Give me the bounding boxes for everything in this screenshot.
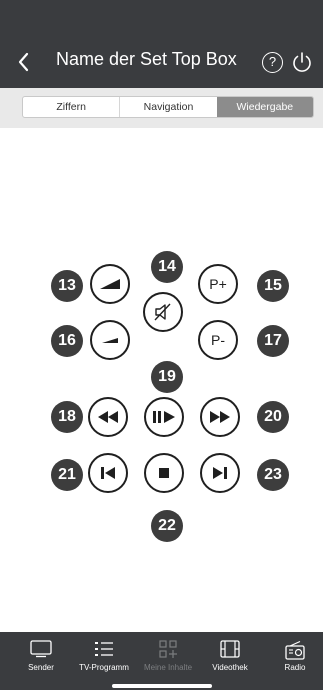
grid-plus-icon	[159, 640, 177, 658]
top-bar: Name der Set Top Box ?	[0, 0, 323, 88]
skip-forward-icon	[213, 467, 227, 479]
tab-meine-inhalte-label: Meine Inhalte	[143, 663, 193, 672]
mute-button[interactable]	[143, 292, 183, 332]
chevron-left-icon	[18, 52, 29, 72]
segmented-control: Ziffern Navigation Wiedergabe	[22, 96, 314, 118]
callout-19: 19	[151, 361, 183, 393]
callout-17: 17	[257, 325, 289, 357]
callout-15: 15	[257, 270, 289, 302]
rewind-icon	[98, 411, 118, 423]
tab-videothek[interactable]: Videothek	[198, 632, 262, 690]
segment-bar: Ziffern Navigation Wiedergabe	[0, 88, 323, 128]
tab-navigation[interactable]: Navigation	[119, 97, 216, 117]
list-icon	[95, 642, 113, 656]
help-button[interactable]: ?	[262, 52, 283, 73]
program-up-button[interactable]: P+	[198, 264, 238, 304]
callout-22: 22	[151, 510, 183, 542]
tv-icon	[30, 640, 52, 658]
mute-icon	[154, 303, 171, 321]
back-button[interactable]	[12, 50, 36, 74]
bottom-tab-bar: Sender TV-Programm Meine Inhalte Videoth…	[0, 632, 323, 690]
tab-sender[interactable]: Sender	[9, 632, 73, 690]
fast-forward-button[interactable]	[200, 397, 240, 437]
callout-20: 20	[257, 401, 289, 433]
volume-up-button[interactable]	[90, 264, 130, 304]
callout-13: 13	[51, 270, 83, 302]
tab-ziffern[interactable]: Ziffern	[23, 97, 119, 117]
play-pause-button[interactable]	[144, 397, 184, 437]
page-title: Name der Set Top Box	[56, 49, 237, 69]
callout-21: 21	[51, 459, 83, 491]
skip-forward-button[interactable]	[200, 453, 240, 493]
volume-down-icon	[102, 338, 118, 343]
tab-tv-programm-label: TV-Programm	[79, 663, 129, 672]
tab-meine-inhalte[interactable]: Meine Inhalte	[136, 632, 200, 690]
radio-icon	[285, 640, 305, 660]
skip-back-icon	[101, 467, 115, 479]
tab-wiedergabe[interactable]: Wiedergabe	[216, 97, 313, 117]
power-icon	[293, 52, 311, 72]
skip-back-button[interactable]	[88, 453, 128, 493]
program-up-label: P+	[209, 276, 227, 292]
rewind-button[interactable]	[88, 397, 128, 437]
tab-tv-programm[interactable]: TV-Programm	[72, 632, 136, 690]
program-down-button[interactable]: P-	[198, 320, 238, 360]
callout-16: 16	[51, 325, 83, 357]
tab-sender-label: Sender	[28, 663, 54, 672]
stop-icon	[159, 468, 169, 478]
home-indicator	[112, 684, 212, 688]
play-pause-icon	[153, 411, 175, 423]
volume-down-button[interactable]	[90, 320, 130, 360]
callout-23: 23	[257, 459, 289, 491]
tab-videothek-label: Videothek	[212, 663, 248, 672]
fast-forward-icon	[210, 411, 230, 423]
volume-up-icon	[100, 279, 120, 289]
film-icon	[220, 640, 240, 658]
program-down-label: P-	[211, 332, 225, 348]
tab-radio[interactable]: Radio	[263, 632, 323, 690]
tab-radio-label: Radio	[284, 663, 306, 672]
power-button[interactable]	[291, 51, 313, 73]
stop-button[interactable]	[144, 453, 184, 493]
callout-14: 14	[151, 251, 183, 283]
callout-18: 18	[51, 401, 83, 433]
